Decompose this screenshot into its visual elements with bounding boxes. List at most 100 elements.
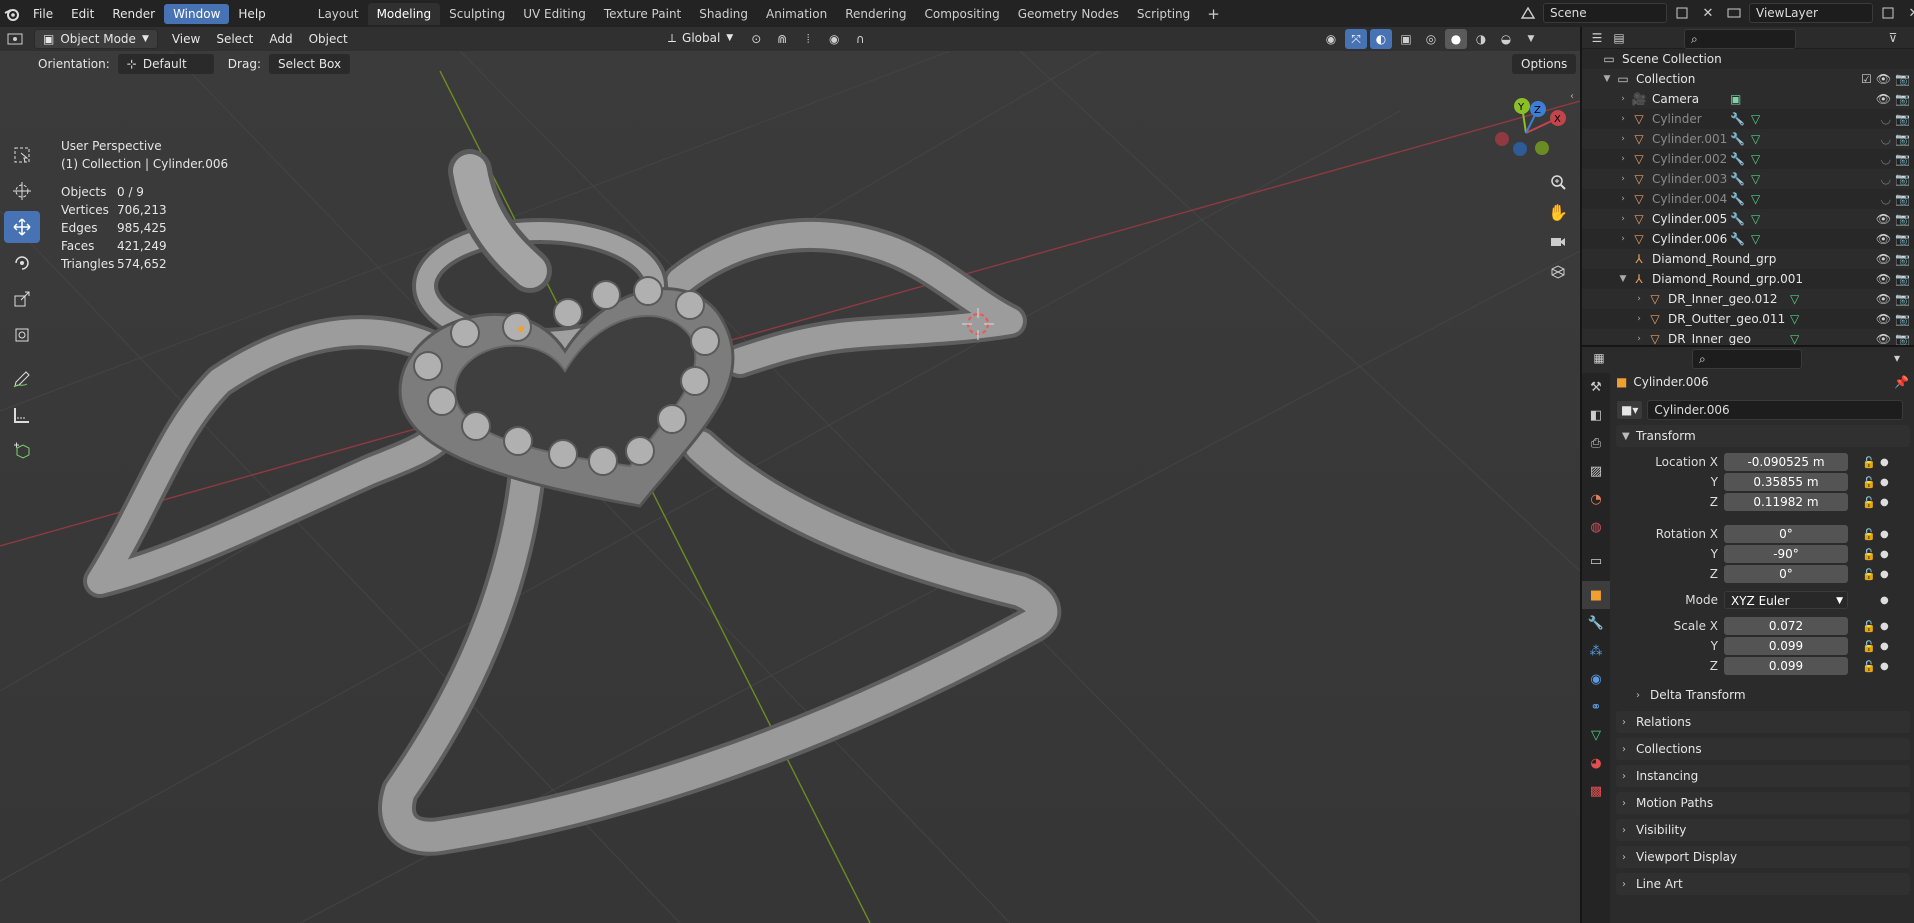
expand-right-icon[interactable]: › — [1616, 154, 1630, 164]
render-camera-icon[interactable]: 📷 — [1895, 112, 1910, 126]
visibility-eye-icon[interactable]: ◉ — [1320, 29, 1342, 49]
menu-render[interactable]: Render — [103, 4, 164, 24]
delete-scene-icon[interactable]: ✕ — [1697, 3, 1719, 23]
outliner-item[interactable]: › ▽ Cylinder.005 🔧 ▽ 👁 📷 — [1582, 209, 1914, 229]
transform-orientation-dropdown[interactable]: ⟂ Global ▼ — [660, 29, 741, 49]
rotation-z-field[interactable]: 0° — [1724, 565, 1848, 583]
physics-tab-icon[interactable]: ◉ — [1582, 665, 1610, 693]
scale-y-field[interactable]: 0.099 — [1724, 637, 1848, 655]
tab-animation[interactable]: Animation — [757, 3, 836, 25]
select-box-tool-icon[interactable] — [4, 139, 40, 171]
menu-window[interactable]: Window — [164, 3, 230, 24]
expand-right-icon[interactable]: › — [1632, 314, 1646, 324]
rotation-y-field[interactable]: -90° — [1724, 545, 1848, 563]
lock-icon[interactable]: 🔓 — [1862, 620, 1876, 633]
render-tab-icon[interactable]: ◧ — [1582, 401, 1610, 429]
snap-settings-icon[interactable]: ⦙ — [797, 29, 819, 49]
lock-icon[interactable]: 🔓 — [1862, 528, 1876, 541]
outliner-search-input[interactable]: ⌕ — [1684, 29, 1796, 49]
panel-motion-paths[interactable]: › Motion Paths — [1616, 792, 1910, 814]
material-tab-icon[interactable]: ◕ — [1582, 749, 1610, 777]
expand-down-icon[interactable]: ▼ — [1616, 274, 1630, 284]
tab-compositing[interactable]: Compositing — [915, 3, 1008, 25]
overlay-toggle-icon[interactable]: ◐ — [1370, 29, 1392, 49]
outliner-item[interactable]: ▼ ⅄ Diamond_Round_grp.001 👁 📷 — [1582, 269, 1914, 289]
render-camera-icon[interactable]: 📷 — [1895, 252, 1910, 266]
add-cube-tool-icon[interactable] — [4, 435, 40, 467]
expand-right-icon[interactable]: › — [1616, 194, 1630, 204]
keyframe-dot-icon[interactable]: ● — [1880, 641, 1889, 652]
render-camera-icon[interactable]: 📷 — [1895, 92, 1910, 106]
outliner-item[interactable]: › ▽ DR_Outter_geo.011 ▽ 👁 📷 — [1582, 309, 1914, 329]
hidden-eye-icon[interactable]: ◡ — [1881, 192, 1891, 206]
transform-panel-header[interactable]: ▼ Transform — [1616, 425, 1910, 447]
lock-icon[interactable]: 🔓 — [1862, 456, 1876, 469]
visibility-eye-icon[interactable]: 👁 — [1876, 272, 1891, 286]
expand-right-icon[interactable]: › — [1632, 334, 1646, 344]
navigation-gizmo[interactable]: X Y Z — [1490, 93, 1570, 163]
new-scene-icon[interactable] — [1671, 3, 1693, 23]
wireframe-shading-icon[interactable]: ◎ — [1420, 29, 1442, 49]
scale-z-field[interactable]: 0.099 — [1724, 657, 1848, 675]
delete-view-layer-icon[interactable]: ✕ — [1903, 3, 1914, 23]
view-layer-field[interactable]: ViewLayer — [1749, 3, 1873, 23]
menu-select[interactable]: Select — [208, 32, 261, 46]
expand-down-icon[interactable]: ▼ — [1600, 74, 1614, 84]
keyframe-dot-icon[interactable]: ● — [1880, 569, 1889, 580]
rotation-mode-dropdown[interactable]: XYZ Euler ▼ — [1724, 591, 1848, 609]
delta-transform-header[interactable]: › Delta Transform — [1630, 684, 1910, 706]
visibility-eye-icon[interactable]: 👁 — [1876, 72, 1891, 86]
snap-magnet-icon[interactable]: ⋒ — [771, 29, 793, 49]
options-dropdown[interactable]: Options — [1512, 54, 1577, 74]
drag-dropdown[interactable]: Select Box — [268, 54, 351, 74]
lock-icon[interactable]: 🔓 — [1862, 496, 1876, 509]
display-mode-icon[interactable]: ▤ — [1608, 28, 1630, 48]
render-camera-icon[interactable]: 📷 — [1895, 132, 1910, 146]
visibility-eye-icon[interactable]: 👁 — [1876, 292, 1891, 306]
keyframe-dot-icon[interactable]: ● — [1880, 477, 1889, 488]
outliner-item[interactable]: › ▽ DR_Inner_geo.012 ▽ 👁 📷 — [1582, 289, 1914, 309]
keyframe-dot-icon[interactable]: ● — [1880, 457, 1889, 468]
menu-view[interactable]: View — [164, 32, 208, 46]
panel-instancing[interactable]: › Instancing — [1616, 765, 1910, 787]
scene-tab-icon[interactable]: ◔ — [1582, 485, 1610, 513]
render-camera-icon[interactable]: 📷 — [1895, 152, 1910, 166]
editor-type-icon[interactable] — [4, 29, 26, 49]
keyframe-dot-icon[interactable]: ● — [1880, 661, 1889, 672]
pan-hand-icon[interactable]: ✋ — [1545, 199, 1571, 225]
rotate-tool-icon[interactable] — [4, 247, 40, 279]
filter-icon[interactable]: ⊽ — [1882, 28, 1904, 48]
tab-sculpting[interactable]: Sculpting — [440, 3, 514, 25]
visibility-eye-icon[interactable]: 👁 — [1876, 252, 1891, 266]
expand-right-icon[interactable]: › — [1616, 114, 1630, 124]
collapse-sidebar-icon[interactable]: ‹ — [1570, 91, 1574, 102]
data-tab-icon[interactable]: ▽ — [1582, 721, 1610, 749]
panel-line-art[interactable]: › Line Art — [1616, 873, 1910, 895]
tab-rendering[interactable]: Rendering — [836, 3, 915, 25]
blender-logo-icon[interactable] — [0, 0, 24, 27]
outliner-item[interactable]: › ▽ Cylinder.002 🔧 ▽ ◡ 📷 — [1582, 149, 1914, 169]
expand-right-icon[interactable]: › — [1616, 234, 1630, 244]
view-layer-icon[interactable] — [1723, 3, 1745, 23]
outliner-item[interactable]: › ▽ Cylinder.001 🔧 ▽ ◡ 📷 — [1582, 129, 1914, 149]
render-camera-icon[interactable]: 📷 — [1895, 172, 1910, 186]
new-view-layer-icon[interactable] — [1877, 3, 1899, 23]
properties-search-input[interactable]: ⌕ — [1692, 349, 1802, 369]
keyframe-dot-icon[interactable]: ● — [1880, 621, 1889, 632]
panel-visibility[interactable]: › Visibility — [1616, 819, 1910, 841]
mode-dropdown[interactable]: ▣ Object Mode ▼ — [34, 29, 158, 49]
menu-object[interactable]: Object — [301, 32, 356, 46]
menu-edit[interactable]: Edit — [62, 4, 103, 24]
material-shading-icon[interactable]: ◑ — [1470, 29, 1492, 49]
object-tab-icon[interactable]: ■ — [1582, 581, 1610, 609]
scene-name-field[interactable]: Scene — [1543, 3, 1667, 23]
hidden-eye-icon[interactable]: ◡ — [1881, 112, 1891, 126]
keyframe-dot-icon[interactable]: ● — [1880, 497, 1889, 508]
zoom-icon[interactable] — [1545, 169, 1571, 195]
expand-right-icon[interactable]: › — [1632, 294, 1646, 304]
visibility-eye-icon[interactable]: 👁 — [1876, 312, 1891, 326]
ortho-grid-icon[interactable] — [1545, 259, 1571, 285]
particles-tab-icon[interactable]: ⁂ — [1582, 637, 1610, 665]
tab-modeling[interactable]: Modeling — [367, 2, 441, 25]
render-camera-icon[interactable]: 📷 — [1895, 72, 1910, 86]
